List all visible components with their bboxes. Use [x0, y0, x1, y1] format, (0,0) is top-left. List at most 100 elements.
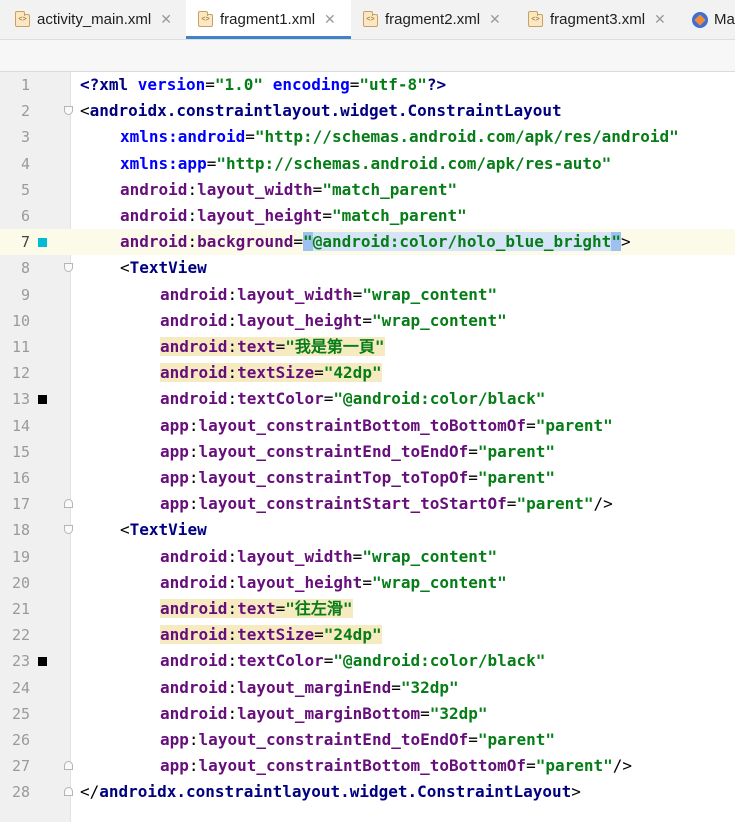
- code-text: android:text="往左滑": [160, 599, 353, 618]
- code-line[interactable]: 14 app:layout_constraintBottom_toBottomOf…: [0, 413, 735, 439]
- tab-label: activity_main.xml: [37, 11, 152, 28]
- close-tab-icon[interactable]: ✕: [654, 11, 666, 28]
- line-number: 18: [11, 521, 30, 540]
- tab-fragment2-xml[interactable]: <> fragment2.xml ✕: [351, 0, 516, 39]
- code-text: android:textSize="42dp": [160, 363, 382, 383]
- line-number: 9: [20, 285, 30, 304]
- xml-file-icon: <>: [528, 11, 543, 27]
- code-text: <TextView: [120, 258, 207, 278]
- code-line[interactable]: 16 app:layout_constraintTop_toTopOf="pare…: [0, 465, 735, 491]
- code-line[interactable]: 19 android:layout_width="wrap_content": [0, 544, 735, 570]
- code-text: app:layout_constraintEnd_toEndOf="parent…: [160, 441, 555, 461]
- code-line[interactable]: 26 app:layout_constraintEnd_toEndOf="pare…: [0, 727, 735, 753]
- code-line[interactable]: 25 android:layout_marginBottom="32dp": [0, 701, 735, 727]
- code-line[interactable]: 17 app:layout_constraintStart_toStartOf="…: [0, 491, 735, 517]
- line-number: 7: [0, 229, 30, 256]
- code-text: android:layout_width="wrap_content": [160, 546, 498, 566]
- fold-collapse-icon[interactable]: [64, 106, 73, 116]
- tab-fragment1-xml[interactable]: <> fragment1.xml ✕: [186, 0, 351, 39]
- line-number: 28: [11, 783, 30, 802]
- code-text: </androidx.constraintlayout.widget.Const…: [80, 782, 581, 802]
- tab-label: fragment2.xml: [385, 11, 481, 28]
- line-number: 24: [11, 678, 30, 697]
- code-line[interactable]: 12 android:textSize="42dp": [0, 360, 735, 386]
- line-number: 16: [11, 469, 30, 487]
- code-text: android:textColor="@android:color/black": [160, 389, 546, 409]
- line-number: 17: [11, 495, 30, 514]
- line-number: 6: [20, 207, 30, 225]
- code-line[interactable]: 22 android:textSize="24dp": [0, 622, 735, 648]
- code-text: android:layout_height="wrap_content": [160, 572, 507, 592]
- line-number: 4: [20, 154, 30, 173]
- code-text: <TextView: [120, 520, 207, 540]
- line-number: 23: [11, 652, 30, 671]
- code-text: app:layout_constraintEnd_toEndOf="parent…: [160, 730, 555, 749]
- code-line[interactable]: 6 android:layout_height="match_parent": [0, 203, 735, 229]
- code-line[interactable]: 2 <androidx.constraintlayout.widget.Const…: [0, 98, 735, 124]
- xml-file-icon: <>: [363, 11, 378, 27]
- kotlin-file-icon: [692, 11, 708, 28]
- code-line[interactable]: 3 xmlns:android="http://schemas.android.c…: [0, 124, 735, 150]
- line-number: 20: [11, 573, 30, 592]
- code-line[interactable]: 21 android:text="往左滑": [0, 596, 735, 622]
- line-number: 26: [11, 731, 30, 749]
- tab-ma[interactable]: Ma: [680, 0, 735, 39]
- code-line[interactable]: 11 android:text="我是第一頁": [0, 334, 735, 360]
- code-line[interactable]: 1 <?xml version="1.0" encoding="utf-8"?>: [0, 72, 735, 98]
- code-line[interactable]: 13 android:textColor="@android:color/blac…: [0, 386, 735, 412]
- code-line[interactable]: 15 app:layout_constraintEnd_toEndOf="pare…: [0, 439, 735, 465]
- fold-end-icon[interactable]: [64, 787, 73, 797]
- line-number: 12: [11, 364, 30, 383]
- code-line[interactable]: 20 android:layout_height="wrap_content": [0, 570, 735, 596]
- close-tab-icon[interactable]: ✕: [160, 11, 172, 28]
- line-number: 13: [11, 390, 30, 409]
- code-line[interactable]: 18 <TextView: [0, 517, 735, 543]
- code-line[interactable]: 7 android:background="@android:color/holo…: [0, 229, 735, 256]
- code-text: android:layout_height="wrap_content": [160, 310, 507, 330]
- code-line[interactable]: 27 app:layout_constraintBottom_toBottomOf…: [0, 753, 735, 779]
- code-line[interactable]: 5 android:layout_width="match_parent": [0, 177, 735, 203]
- code-text: android:layout_height="match_parent": [120, 206, 467, 225]
- code-line[interactable]: 23 android:textColor="@android:color/blac…: [0, 648, 735, 674]
- code-line[interactable]: 9 android:layout_width="wrap_content": [0, 282, 735, 308]
- code-line[interactable]: 24 android:layout_marginEnd="32dp": [0, 675, 735, 701]
- fold-end-icon[interactable]: [64, 761, 73, 771]
- line-number: 15: [11, 442, 30, 461]
- code-line[interactable]: 28 </androidx.constraintlayout.widget.Con…: [0, 779, 735, 805]
- code-text: app:layout_constraintTop_toTopOf="parent…: [160, 468, 555, 487]
- code-line[interactable]: 8 <TextView: [0, 255, 735, 281]
- fold-collapse-icon[interactable]: [64, 525, 73, 535]
- color-swatch-icon[interactable]: [38, 395, 47, 405]
- code-text: android:textSize="24dp": [160, 625, 382, 645]
- code-line[interactable]: 4 xmlns:app="http://schemas.android.com/a…: [0, 151, 735, 177]
- code-line[interactable]: 10 android:layout_height="wrap_content": [0, 308, 735, 334]
- code-text: android:layout_marginEnd="32dp": [160, 677, 459, 697]
- color-swatch-icon[interactable]: [38, 238, 47, 248]
- line-number: 25: [11, 704, 30, 723]
- tab-activity_main-xml[interactable]: <> activity_main.xml ✕: [0, 0, 186, 39]
- line-number: 27: [11, 757, 30, 776]
- close-tab-icon[interactable]: ✕: [324, 11, 336, 28]
- code-text: android:layout_marginBottom="32dp": [160, 703, 488, 723]
- close-tab-icon[interactable]: ✕: [489, 11, 501, 28]
- xml-file-icon: <>: [15, 11, 30, 27]
- code-text: android:layout_width="wrap_content": [160, 284, 498, 304]
- fold-collapse-icon[interactable]: [64, 263, 73, 273]
- code-text: xmlns:app="http://schemas.android.com/ap…: [120, 153, 612, 173]
- code-text: <?xml version="1.0" encoding="utf-8"?>: [80, 75, 447, 94]
- code-text: android:background="@android:color/holo_…: [120, 232, 631, 252]
- fold-end-icon[interactable]: [64, 499, 73, 509]
- editor-toolbar-strip: [0, 39, 735, 72]
- xml-file-icon: <>: [198, 11, 213, 27]
- code-editor[interactable]: 1 <?xml version="1.0" encoding="utf-8"?> 2…: [0, 72, 735, 822]
- tab-label: Ma: [714, 11, 735, 28]
- tab-fragment3-xml[interactable]: <> fragment3.xml ✕: [516, 0, 680, 39]
- line-number: 19: [11, 547, 30, 566]
- code-text: xmlns:android="http://schemas.android.co…: [120, 127, 679, 147]
- line-number: 2: [20, 102, 30, 121]
- color-swatch-icon[interactable]: [38, 657, 47, 667]
- tab-label: fragment1.xml: [220, 11, 316, 28]
- line-number: 21: [11, 600, 30, 618]
- line-number: 8: [20, 259, 30, 278]
- editor-tab-bar: <> activity_main.xml ✕ <> fragment1.xml ✕ <> fr…: [0, 0, 735, 39]
